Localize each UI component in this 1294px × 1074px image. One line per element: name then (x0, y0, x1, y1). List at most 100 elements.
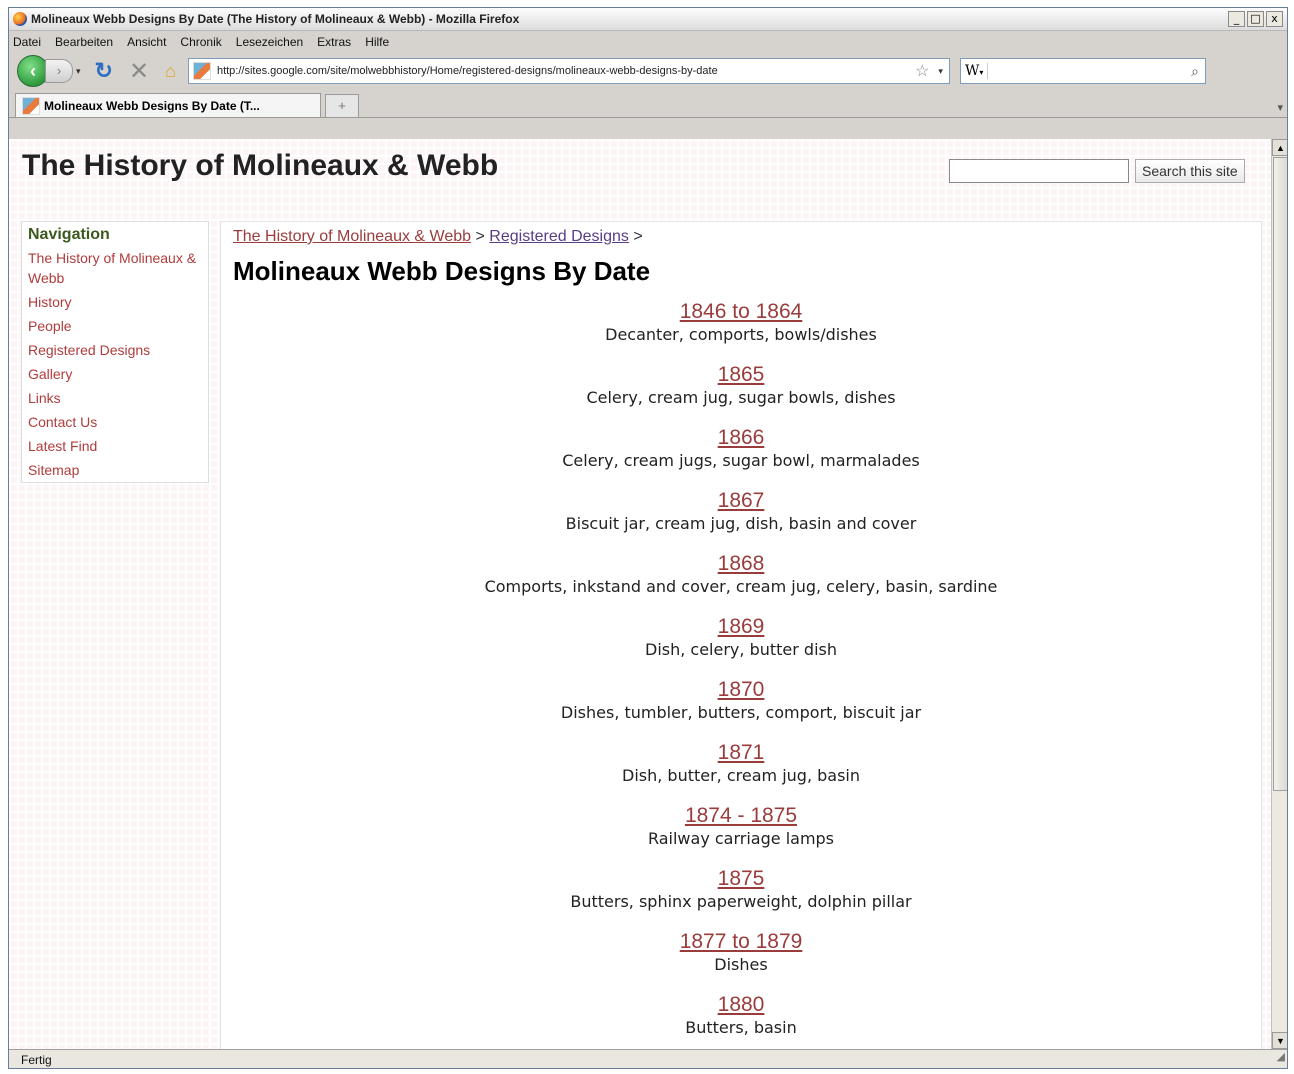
site-search: Search this site (949, 159, 1245, 183)
sidebar-item-contact-us[interactable]: Contact Us (28, 410, 202, 434)
designs-list: 1846 to 1864 Decanter, comports, bowls/d… (221, 300, 1261, 1049)
design-period-link[interactable]: 1874 - 1875 (221, 804, 1261, 828)
back-arrow-icon: ‹ (30, 61, 36, 81)
menu-chronik[interactable]: Chronik (180, 35, 221, 49)
forward-arrow-icon: › (56, 63, 62, 78)
design-entry: 1880 Butters, basin (221, 993, 1261, 1049)
design-entry: 1867 Biscuit jar, cream jug, dish, basin… (221, 489, 1261, 552)
history-dropdown-icon[interactable]: ▾ (76, 66, 81, 77)
tab-list-icon[interactable]: ▾ (1277, 101, 1283, 114)
design-description: Dishes, tumbler, butters, comport, biscu… (560, 703, 922, 722)
scrollbar-thumb[interactable] (1273, 157, 1287, 791)
design-description: Biscuit jar, cream jug, dish, basin and … (565, 514, 917, 533)
breadcrumb-separator: > (633, 228, 643, 245)
browser-window: Molineaux Webb Designs By Date (The Hist… (8, 7, 1288, 1069)
tab-active[interactable]: Molineaux Webb Designs By Date (T... (15, 93, 321, 117)
sidebar-item-gallery[interactable]: Gallery (28, 362, 202, 386)
design-entry: 1875 Butters, sphinx paperweight, dolphi… (221, 867, 1261, 930)
design-period-link[interactable]: 1875 (221, 867, 1261, 891)
breadcrumb-separator: > (475, 228, 485, 245)
design-description: Comports, inkstand and cover, cream jug,… (484, 577, 998, 596)
minimize-button[interactable]: _ (1228, 11, 1245, 27)
sidebar-item-history-of-molineaux-webb[interactable]: The History of Molineaux & Webb (28, 248, 202, 288)
bookmark-star-icon[interactable]: ☆ (915, 61, 929, 81)
design-period-link[interactable]: 1865 (221, 363, 1261, 387)
menu-bar: Datei Bearbeiten Ansicht Chronik Lesezei… (9, 31, 1287, 53)
menu-hilfe[interactable]: Hilfe (365, 35, 389, 49)
forward-button[interactable]: › (45, 59, 73, 83)
resize-grip-icon[interactable]: ◢ (1277, 1047, 1285, 1067)
page-content: The History of Molineaux & Webb Search t… (9, 139, 1271, 1049)
site-search-input[interactable] (949, 159, 1129, 183)
design-description: Decanter, comports, bowls/dishes (605, 325, 877, 344)
navigation-toolbar: ‹ › ▾ ↻ ✕ ⌂ http://sites.google.com/site… (9, 53, 1287, 89)
search-engine-icon[interactable]: W▾ (961, 63, 989, 79)
design-entry: 1869 Dish, celery, butter dish (221, 615, 1261, 678)
new-tab-button[interactable]: + (325, 94, 359, 117)
sidebar-item-sitemap[interactable]: Sitemap (28, 458, 202, 482)
sidebar-item-history[interactable]: History (28, 290, 202, 314)
maximize-button[interactable]: □ (1247, 11, 1264, 27)
magnifier-icon[interactable]: ⌕ (1191, 63, 1205, 80)
window-title: Molineaux Webb Designs By Date (The Hist… (31, 12, 520, 26)
design-period-link[interactable]: 1871 (221, 741, 1261, 765)
design-entry: 1877 to 1879 Dishes (221, 930, 1261, 993)
reload-icon[interactable]: ↻ (95, 58, 113, 84)
search-engine-label: W (964, 63, 980, 79)
menu-extras[interactable]: Extras (317, 35, 351, 49)
sidebar-item-people[interactable]: People (28, 314, 202, 338)
url-bar[interactable]: http://sites.google.com/site/molwebbhist… (187, 58, 950, 84)
design-description: Dish, celery, butter dish (645, 640, 837, 659)
sidebar-item-links[interactable]: Links (28, 386, 202, 410)
site-favicon-icon (192, 62, 211, 80)
design-period-link[interactable]: 1870 (221, 678, 1261, 702)
site-search-button[interactable]: Search this site (1135, 159, 1245, 183)
url-dropdown-icon[interactable]: ▾ (938, 66, 943, 77)
design-period-link[interactable]: 1880 (221, 993, 1261, 1017)
url-text[interactable]: http://sites.google.com/site/molwebbhist… (217, 65, 909, 77)
page-title: Molineaux Webb Designs By Date (233, 256, 651, 286)
design-entry: 1871 Dish, butter, cream jug, basin (221, 741, 1261, 804)
menu-datei[interactable]: Datei (13, 35, 41, 49)
breadcrumb-home-link[interactable]: The History of Molineaux & Webb (233, 228, 471, 245)
stop-icon[interactable]: ✕ (129, 57, 149, 86)
sidebar-item-registered-designs[interactable]: Registered Designs (28, 338, 202, 362)
sidebar-item-latest-find[interactable]: Latest Find (28, 434, 202, 458)
design-period-link[interactable]: 1868 (221, 552, 1261, 576)
firefox-icon (13, 12, 27, 26)
menu-bearbeiten[interactable]: Bearbeiten (55, 35, 113, 49)
design-period-link[interactable]: 1877 to 1879 (221, 930, 1261, 954)
design-period-link[interactable]: 1869 (221, 615, 1261, 639)
sidebar-heading: Navigation (28, 226, 110, 243)
breadcrumb-registered-designs-link[interactable]: Registered Designs (489, 228, 629, 245)
design-description: Dish, butter, cream jug, basin (622, 766, 860, 785)
search-bar[interactable]: W▾ ⌕ (959, 58, 1206, 84)
design-period-link[interactable]: 1846 to 1864 (221, 300, 1261, 324)
menu-ansicht[interactable]: Ansicht (127, 35, 166, 49)
tab-bar: Molineaux Webb Designs By Date (T... + ▾ (9, 89, 1287, 118)
status-text: Fertig (21, 1053, 52, 1067)
design-description: Celery, cream jug, sugar bowls, dishes (586, 388, 896, 407)
tab-label: Molineaux Webb Designs By Date (T... (44, 98, 260, 113)
vertical-scrollbar[interactable]: ▲ ▼ (1271, 139, 1287, 1049)
design-description: Butters, basin (685, 1018, 797, 1037)
status-bar: Fertig ◢ (9, 1047, 1287, 1068)
design-entry: 1846 to 1864 Decanter, comports, bowls/d… (221, 300, 1261, 363)
title-bar: Molineaux Webb Designs By Date (The Hist… (9, 8, 1287, 31)
design-description: Butters, sphinx paperweight, dolphin pil… (570, 892, 912, 911)
design-period-link[interactable]: 1867 (221, 489, 1261, 513)
breadcrumb: The History of Molineaux & Webb > Regist… (233, 228, 643, 246)
design-description: Railway carriage lamps (647, 829, 835, 848)
menu-lesezeichen[interactable]: Lesezeichen (236, 35, 303, 49)
close-button[interactable]: x (1266, 11, 1283, 27)
home-icon[interactable]: ⌂ (165, 61, 176, 82)
design-entry: 1866 Celery, cream jugs, sugar bowl, mar… (221, 426, 1261, 489)
design-description: Celery, cream jugs, sugar bowl, marmalad… (562, 451, 920, 470)
scroll-up-icon[interactable]: ▲ (1272, 139, 1287, 156)
sidebar-navigation: Navigation The History of Molineaux & We… (21, 221, 209, 483)
site-title[interactable]: The History of Molineaux & Webb (22, 149, 498, 183)
design-period-link[interactable]: 1866 (221, 426, 1261, 450)
tab-favicon-icon (22, 96, 40, 115)
main-content: The History of Molineaux & Webb > Regist… (220, 221, 1262, 1049)
design-entry: 1865 Celery, cream jug, sugar bowls, dis… (221, 363, 1261, 426)
